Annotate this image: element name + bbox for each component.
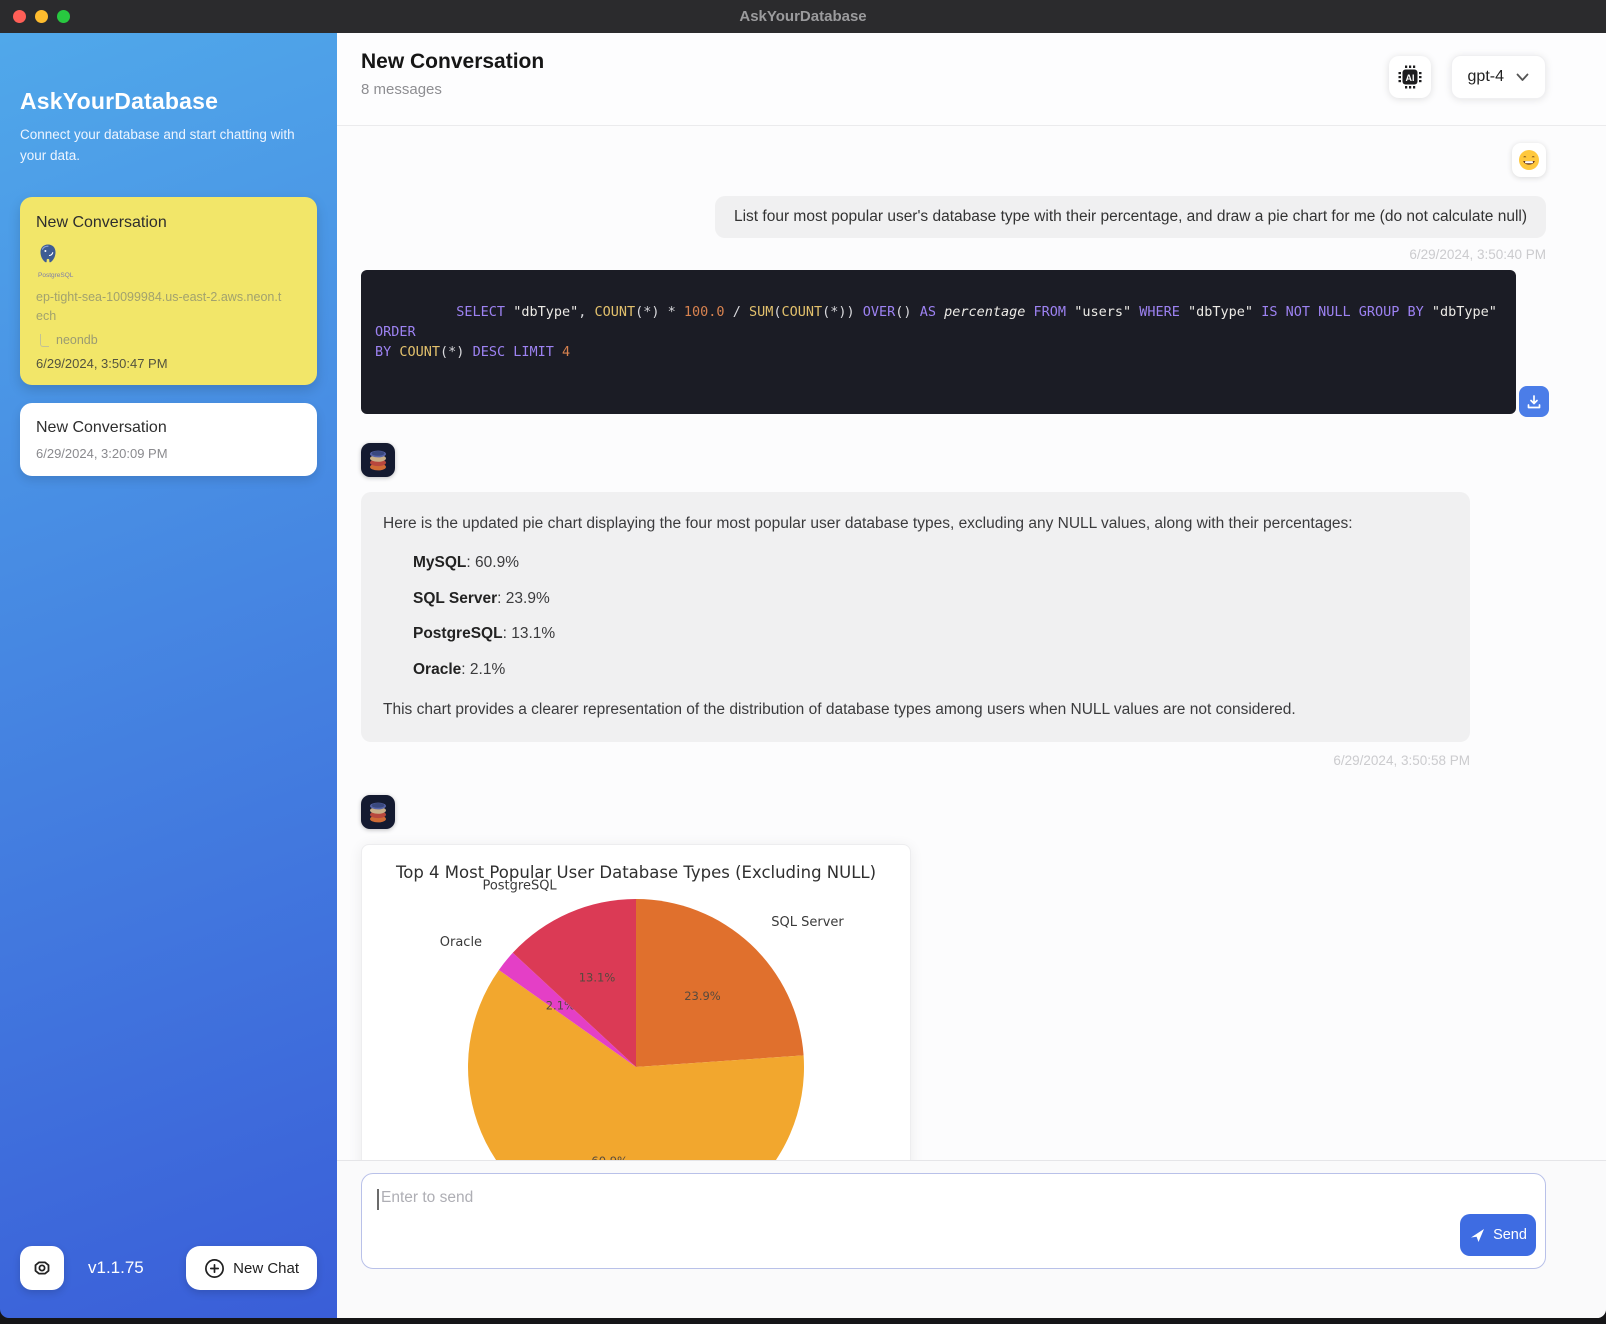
conversation-db-host: ep-tight-sea-10099984.us-east-2.aws.neon… <box>36 288 286 327</box>
titlebar: AskYourDatabase <box>0 0 1606 33</box>
model-dropdown-value: gpt-4 <box>1468 68 1504 86</box>
ai-model-button[interactable]: AI <box>1389 56 1431 98</box>
branch-icon <box>40 334 49 347</box>
app-window: AskYourDatabase AskYourDatabase Connect … <box>0 0 1606 1318</box>
message-input-box: Send <box>361 1173 1546 1269</box>
assistant-message-timestamp: 6/29/2024, 3:50:58 PM <box>361 753 1470 768</box>
assistant-avatar <box>361 795 395 829</box>
main-panel: New Conversation 8 messages AI <box>337 33 1606 1318</box>
conversation-card-selected[interactable]: New Conversation PostgreSQL ep-tight-sea… <box>20 197 317 385</box>
database-stack-icon <box>367 448 389 472</box>
gear-icon <box>30 1256 54 1280</box>
settings-button[interactable] <box>20 1246 64 1290</box>
new-chat-label: New Chat <box>233 1260 299 1277</box>
download-icon <box>1526 394 1542 410</box>
conversation-db-name: neondb <box>56 333 98 347</box>
pie-slice-label: PostgreSQL <box>482 878 557 893</box>
user-avatar <box>1512 143 1546 177</box>
ai-chip-icon: AI <box>1396 63 1424 91</box>
assistant-message-group: Here is the updated pie chart displaying… <box>361 443 1546 768</box>
pie-chart-card: Top 4 Most Popular User Database Types (… <box>361 844 911 1160</box>
app-version: v1.1.75 <box>88 1258 144 1278</box>
conversation-card[interactable]: New Conversation 6/29/2024, 3:20:09 PM <box>20 403 317 476</box>
list-item: Oracle: 2.1% <box>413 659 1448 681</box>
db-logo-block: PostgreSQL <box>36 242 301 279</box>
paper-plane-icon <box>1469 1227 1486 1244</box>
close-window-button[interactable] <box>13 10 26 23</box>
sql-code-block: SELECT "dbType", COUNT(*) * 100.0 / SUM(… <box>361 270 1516 414</box>
text-caret <box>377 1189 379 1210</box>
sidebar: AskYourDatabase Connect your database an… <box>0 33 337 1318</box>
pie-percent-label: 23.9% <box>684 989 721 1003</box>
list-item: PostgreSQL: 13.1% <box>413 623 1448 645</box>
model-dropdown[interactable]: gpt-4 <box>1451 55 1546 99</box>
db-logo-caption: PostgreSQL <box>38 272 301 279</box>
composer: Send <box>337 1160 1606 1318</box>
pie-percent-label: 60.9% <box>591 1154 628 1160</box>
list-item: MySQL: 60.9% <box>413 552 1448 574</box>
message-input[interactable] <box>362 1174 1545 1268</box>
send-button[interactable]: Send <box>1460 1214 1536 1256</box>
smiley-emoji-icon <box>1517 148 1541 172</box>
conversation-title: New Conversation <box>36 214 301 232</box>
user-message-timestamp: 6/29/2024, 3:50:40 PM <box>1409 247 1546 262</box>
assistant-outro: This chart provides a clearer representa… <box>383 699 1448 721</box>
chevron-down-icon <box>1516 73 1529 82</box>
window-title: AskYourDatabase <box>739 8 866 25</box>
assistant-chart-group: Top 4 Most Popular User Database Types (… <box>361 795 1546 1160</box>
user-message-group: List four most popular user's database t… <box>715 143 1546 266</box>
database-stack-icon <box>367 800 389 824</box>
assistant-message-bubble: Here is the updated pie chart displaying… <box>361 492 1470 742</box>
sql-code: SELECT "dbType", COUNT(*) * 100.0 / SUM(… <box>375 304 1505 360</box>
list-item: SQL Server: 23.9% <box>413 588 1448 610</box>
conversation-timestamp: 6/29/2024, 3:20:09 PM <box>36 446 301 461</box>
app-tagline: Connect your database and start chatting… <box>20 125 305 167</box>
sidebar-footer: v1.1.75 New Chat <box>20 1246 317 1290</box>
db-type-list: MySQL: 60.9% SQL Server: 23.9% PostgreSQ… <box>413 552 1448 681</box>
send-button-label: Send <box>1493 1227 1527 1243</box>
pie-slice-label: Oracle <box>440 935 482 950</box>
pie-chart: 23.9%SQL Server60.9%MySQL2.1%Oracle13.1%… <box>362 845 912 1160</box>
assistant-intro: Here is the updated pie chart displaying… <box>383 513 1448 535</box>
pie-percent-label: 13.1% <box>579 971 616 985</box>
plus-circle-icon <box>204 1258 225 1279</box>
svg-text:AI: AI <box>1405 73 1414 83</box>
conversation-title: New Conversation <box>36 419 301 437</box>
app-name: AskYourDatabase <box>20 88 317 115</box>
user-message-bubble: List four most popular user's database t… <box>715 196 1546 238</box>
assistant-avatar <box>361 443 395 477</box>
download-sql-button[interactable] <box>1519 386 1549 417</box>
window-controls <box>13 0 70 33</box>
zoom-window-button[interactable] <box>57 10 70 23</box>
new-chat-button[interactable]: New Chat <box>186 1246 317 1290</box>
chat-header: New Conversation 8 messages AI <box>337 33 1606 126</box>
postgresql-logo-icon <box>36 242 60 266</box>
chat-scroll-area[interactable]: List four most popular user's database t… <box>337 126 1606 1160</box>
conversation-timestamp: 6/29/2024, 3:50:47 PM <box>36 356 301 371</box>
minimize-window-button[interactable] <box>35 10 48 23</box>
pie-slice-label: SQL Server <box>771 915 844 930</box>
